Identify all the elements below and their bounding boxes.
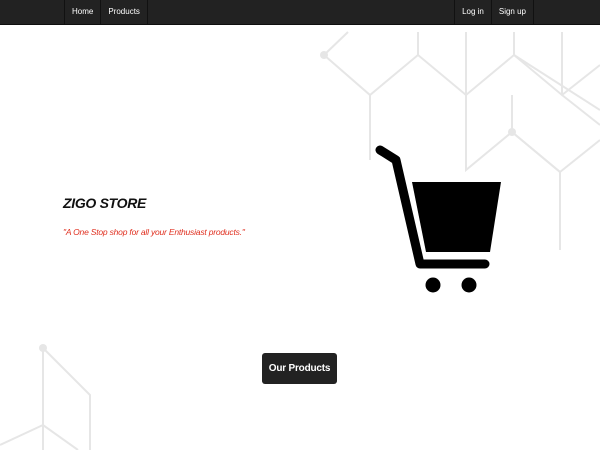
navbar-divider: [146, 0, 148, 24]
shopping-cart-icon: [375, 145, 501, 293]
our-products-button[interactable]: Our Products: [262, 353, 337, 384]
nav-link-signup[interactable]: Sign up: [492, 0, 533, 24]
nav-link-home[interactable]: Home: [65, 0, 100, 24]
navbar-divider: [533, 0, 534, 24]
page: Home Products Log in Sign up ZIGO STORE …: [0, 0, 600, 450]
store-tagline: "A One Stop shop for all your Enthusiast…: [63, 227, 245, 237]
nav-link-login[interactable]: Log in: [455, 0, 491, 24]
navbar-right-group: Log in Sign up: [454, 0, 534, 24]
navbar-left-group: Home Products: [64, 0, 148, 24]
store-title: ZIGO STORE: [63, 195, 147, 211]
nav-link-products[interactable]: Products: [101, 0, 147, 24]
top-navbar: Home Products Log in Sign up: [0, 0, 600, 25]
